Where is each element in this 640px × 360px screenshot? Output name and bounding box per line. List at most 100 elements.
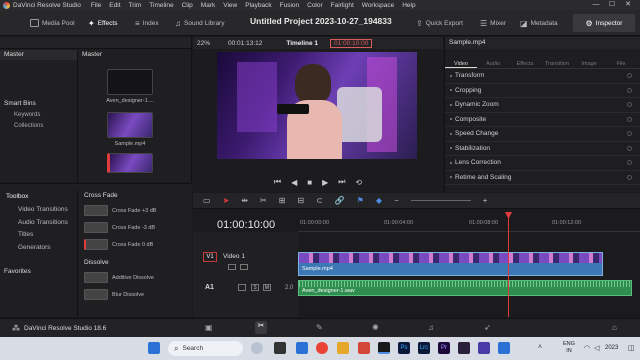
reset-icon[interactable] [627, 87, 632, 93]
file-explorer-icon[interactable] [337, 342, 349, 354]
tab-file[interactable]: File [605, 49, 637, 68]
effects-button[interactable]: ✦ Effects [88, 17, 117, 29]
category-generators[interactable]: Generators [0, 242, 77, 255]
video-track-name[interactable]: Video 1 [223, 253, 245, 260]
menu-item-clip[interactable]: Clip [182, 2, 193, 9]
inspector-section-cropping[interactable]: Cropping [445, 84, 640, 98]
bin-keywords[interactable]: Keywords [14, 112, 40, 118]
bin-collections[interactable]: Collections [14, 123, 43, 129]
inspector-button[interactable]: ⚙ Inspector [573, 14, 635, 32]
cut-page-icon[interactable]: ✂ [255, 321, 267, 334]
taskbar-search[interactable]: ⌕ Search [168, 341, 243, 356]
reset-icon[interactable] [627, 102, 632, 108]
notification-icon[interactable]: ◫ [628, 344, 635, 352]
tab-audio[interactable]: Audio [477, 49, 509, 68]
menu-item-fairlight[interactable]: Fairlight [331, 2, 354, 9]
menu-item-view[interactable]: View [223, 2, 237, 9]
fusion-page-icon[interactable]: ✺ [372, 323, 379, 332]
video-clip[interactable]: Sample.mp4 [298, 252, 603, 276]
menu-item-mark[interactable]: Mark [201, 2, 215, 9]
inspector-section-transform[interactable]: Transform [445, 69, 640, 84]
sound-library-button[interactable]: ♫ Sound Library [175, 17, 224, 29]
reset-icon[interactable] [627, 160, 632, 166]
selection-tool-icon[interactable]: ➤ [223, 196, 230, 205]
tab-effects[interactable]: Effects [509, 49, 541, 68]
inspector-section-lens-correction[interactable]: Lens Correction [445, 156, 640, 171]
quick-export-button[interactable]: ⇪ Quick Export [416, 17, 463, 29]
play-reverse-icon[interactable]: ◀ [291, 178, 297, 187]
snap-icon[interactable]: ⊂ [316, 196, 323, 205]
menu-item-trim[interactable]: Trim [129, 2, 142, 9]
minimize-icon[interactable]: — [588, 1, 604, 8]
solo-button[interactable]: S [251, 284, 259, 291]
master-bin[interactable]: Master [0, 50, 77, 60]
blade-tool-icon[interactable]: ✂ [260, 196, 267, 205]
audio-clip[interactable]: Aven_designer-1.wav [298, 280, 632, 296]
category-audio-transitions[interactable]: Audio Transitions [0, 217, 77, 230]
flag-icon[interactable]: ⚑ [357, 196, 364, 205]
tray-chevron-icon[interactable]: ˄ [538, 344, 542, 351]
photoshop-icon[interactable]: Ps [398, 342, 410, 354]
audio-track-id[interactable]: A1 [205, 284, 214, 291]
section-toggle-icon[interactable] [450, 161, 452, 164]
track-lock-icon[interactable] [238, 284, 246, 291]
metadata-button[interactable]: ◪ Metadata [520, 17, 558, 29]
app-icon[interactable] [498, 342, 510, 354]
inspector-section-stabilization[interactable]: Stabilization [445, 142, 640, 156]
loop-icon[interactable]: ⟲ [355, 178, 362, 187]
effect-item[interactable]: Cross Fade +3 dB [80, 202, 190, 219]
reset-icon[interactable] [627, 131, 632, 137]
section-toggle-icon[interactable] [450, 176, 452, 179]
clip-thumbnail[interactable] [107, 112, 153, 138]
deliver-page-icon[interactable]: ➶ [484, 323, 491, 332]
effect-item[interactable]: Additive Dissolve [80, 269, 190, 286]
category-titles[interactable]: Titles [0, 229, 77, 242]
section-toggle-icon[interactable] [450, 103, 452, 106]
mixer-button[interactable]: ☰ Mixer [480, 17, 506, 29]
inspector-section-retime-and-scaling[interactable]: Retime and Scaling [445, 171, 640, 185]
app-icon[interactable] [458, 342, 470, 354]
reset-icon[interactable] [627, 73, 632, 79]
edit-page-icon[interactable]: ✎ [316, 323, 323, 332]
inspector-section-dynamic-zoom[interactable]: Dynamic Zoom [445, 98, 640, 113]
wifi-icon[interactable]: ◠ [584, 344, 590, 352]
overwrite-icon[interactable]: ⊟ [297, 196, 304, 205]
volume-icon[interactable]: ◁ [594, 344, 599, 352]
track-lock-icon[interactable] [228, 264, 236, 270]
menu-item-playback[interactable]: Playback [245, 2, 271, 9]
marker-icon[interactable]: ◆ [376, 196, 382, 205]
video-track-id[interactable]: V1 [203, 252, 217, 262]
section-toggle-icon[interactable] [450, 89, 452, 92]
menu-item-file[interactable]: File [91, 2, 101, 9]
widget-icon[interactable] [251, 342, 263, 354]
index-button[interactable]: ≡ Index [135, 17, 159, 29]
chrome-icon[interactable] [316, 342, 328, 354]
media-page-icon[interactable]: ▣ [205, 323, 213, 332]
reset-icon[interactable] [627, 174, 632, 180]
smart-bins-label[interactable]: Smart Bins [4, 100, 36, 107]
insert-icon[interactable]: ⊞ [279, 196, 286, 205]
mute-button[interactable]: M [263, 284, 271, 291]
premiere-icon[interactable]: Pr [438, 342, 450, 354]
zoom-out-icon[interactable]: − [394, 196, 399, 205]
section-toggle-icon[interactable] [450, 74, 452, 77]
track-visibility-icon[interactable] [240, 264, 248, 270]
timeline-name[interactable]: Timeline 1 [286, 40, 318, 47]
menu-item-help[interactable]: Help [402, 2, 415, 9]
effect-item[interactable]: Cross Fade 0 dB [80, 236, 190, 253]
menu-item-fusion[interactable]: Fusion [280, 2, 300, 9]
timeline-ruler[interactable]: 01:00:00:00 01:00:04:00 01:00:08:00 01:0… [298, 218, 640, 232]
skip-back-icon[interactable]: ⏮ [274, 177, 281, 187]
reset-icon[interactable] [627, 145, 632, 151]
record-timecode[interactable]: 01:00:10:00 [330, 38, 373, 48]
category-video-transitions[interactable]: Video Transitions [0, 204, 77, 217]
stop-icon[interactable]: ■ [307, 178, 312, 187]
tab-image[interactable]: Image [573, 49, 605, 68]
video-preview[interactable] [217, 52, 417, 159]
media-pool-button[interactable]: Media Pool [30, 17, 75, 29]
maximize-icon[interactable]: ☐ [604, 0, 620, 8]
skip-forward-icon[interactable]: ⏭ [338, 177, 345, 187]
playhead[interactable] [508, 214, 509, 317]
app-icon[interactable] [478, 342, 490, 354]
clip-thumbnail[interactable] [107, 69, 153, 95]
